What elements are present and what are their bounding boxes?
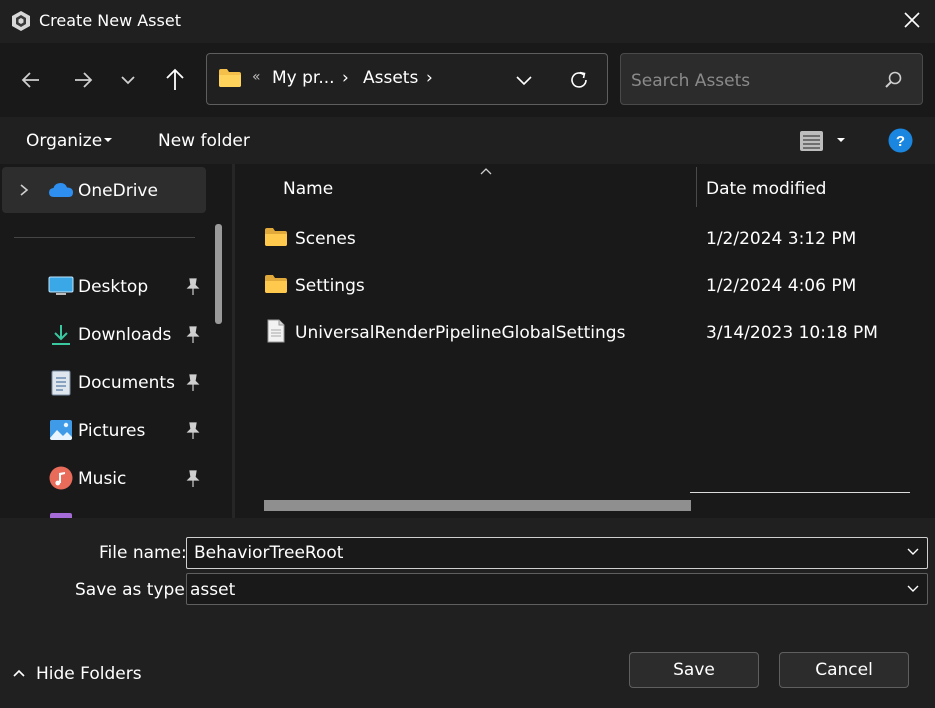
help-button[interactable]: ? [888, 128, 913, 153]
sidebar-item-desktop[interactable]: Desktop [78, 277, 148, 297]
arrow-left-icon [21, 72, 39, 88]
file-name[interactable]: UniversalRenderPipelineGlobalSettings [295, 323, 625, 343]
sidebar-item-downloads[interactable]: Downloads [78, 325, 171, 345]
chevron-down-icon[interactable] [905, 582, 921, 596]
breadcrumb-my-project[interactable]: My pr... [272, 68, 335, 88]
list-view-icon [800, 131, 823, 151]
cancel-button[interactable]: Cancel [779, 652, 909, 688]
close-button[interactable] [899, 7, 925, 33]
desktop-icon [48, 276, 74, 296]
chevron-down-icon [516, 76, 532, 86]
save-as-type-select[interactable] [186, 573, 928, 605]
document-icon [267, 319, 285, 343]
pin-icon[interactable] [185, 470, 201, 488]
pictures-icon [49, 419, 73, 441]
up-button[interactable] [158, 63, 192, 97]
sort-ascending-icon [479, 166, 493, 176]
file-date: 1/2/2024 4:06 PM [706, 276, 857, 296]
command-bar [0, 117, 935, 164]
save-as-type-value[interactable]: asset [190, 580, 235, 600]
sidebar-item-music[interactable]: Music [78, 469, 126, 489]
downloads-icon [50, 323, 72, 347]
svg-text:?: ? [896, 133, 905, 150]
folder-icon [218, 68, 242, 88]
documents-icon [50, 370, 72, 396]
pin-icon[interactable] [185, 326, 201, 344]
scroll-edge-line [690, 492, 910, 493]
expand-chevron-icon[interactable] [17, 182, 31, 198]
pin-icon[interactable] [185, 422, 201, 440]
file-name[interactable]: Settings [295, 276, 365, 296]
hide-folders-button[interactable]: Hide Folders [36, 664, 142, 684]
chevron-down-icon[interactable] [905, 545, 921, 559]
forward-button[interactable] [66, 63, 100, 97]
horizontal-scrollbar-thumb[interactable] [264, 500, 691, 511]
breadcrumb-overflow[interactable]: « [252, 69, 261, 85]
breadcrumb-separator[interactable]: › [426, 68, 433, 88]
column-separator[interactable] [696, 167, 697, 207]
file-name-value[interactable]: BehaviorTreeRoot [194, 543, 343, 563]
column-header-date-modified[interactable]: Date modified [706, 179, 826, 199]
unity-icon [10, 10, 32, 32]
refresh-button[interactable] [566, 67, 592, 93]
sidebar-item-documents[interactable]: Documents [78, 373, 175, 393]
sidebar-item-label: OneDrive [78, 181, 158, 201]
search-input[interactable] [631, 69, 871, 93]
window-title: Create New Asset [39, 11, 181, 30]
folder-icon [264, 274, 288, 294]
arrow-up-icon [166, 68, 184, 90]
chevron-down-icon [121, 76, 135, 85]
search-icon[interactable] [882, 69, 904, 91]
pin-icon[interactable] [185, 374, 201, 392]
breadcrumb-assets[interactable]: Assets [363, 68, 418, 88]
pin-icon[interactable] [185, 278, 201, 296]
organize-dropdown-icon [103, 137, 113, 145]
close-icon [904, 12, 920, 28]
save-button[interactable]: Save [629, 652, 759, 688]
breadcrumb-separator[interactable]: › [342, 68, 349, 88]
sidebar-scrollbar-thumb[interactable] [215, 224, 222, 324]
organize-button[interactable]: Organize [26, 131, 102, 151]
save-as-type-label: Save as type: [75, 580, 191, 600]
file-name[interactable]: Scenes [295, 229, 356, 249]
new-folder-button[interactable]: New folder [158, 131, 250, 151]
view-options-button[interactable] [799, 129, 825, 153]
chevron-up-icon[interactable] [11, 666, 27, 680]
file-date: 3/14/2023 10:18 PM [706, 323, 878, 343]
music-icon [49, 466, 73, 490]
recent-locations-button[interactable] [111, 63, 145, 97]
column-header-name[interactable]: Name [283, 179, 333, 199]
folder-icon [264, 227, 288, 247]
view-dropdown-icon[interactable] [836, 137, 846, 145]
refresh-icon [571, 71, 587, 88]
sidebar-item-pictures[interactable]: Pictures [78, 421, 145, 441]
file-date: 1/2/2024 3:12 PM [706, 229, 857, 249]
arrow-right-icon [75, 72, 93, 88]
sidebar-divider [14, 237, 195, 238]
address-dropdown-button[interactable] [511, 67, 537, 93]
back-button[interactable] [14, 63, 48, 97]
help-icon: ? [888, 128, 913, 153]
onedrive-icon [48, 181, 74, 199]
file-name-label: File name: [99, 543, 187, 563]
